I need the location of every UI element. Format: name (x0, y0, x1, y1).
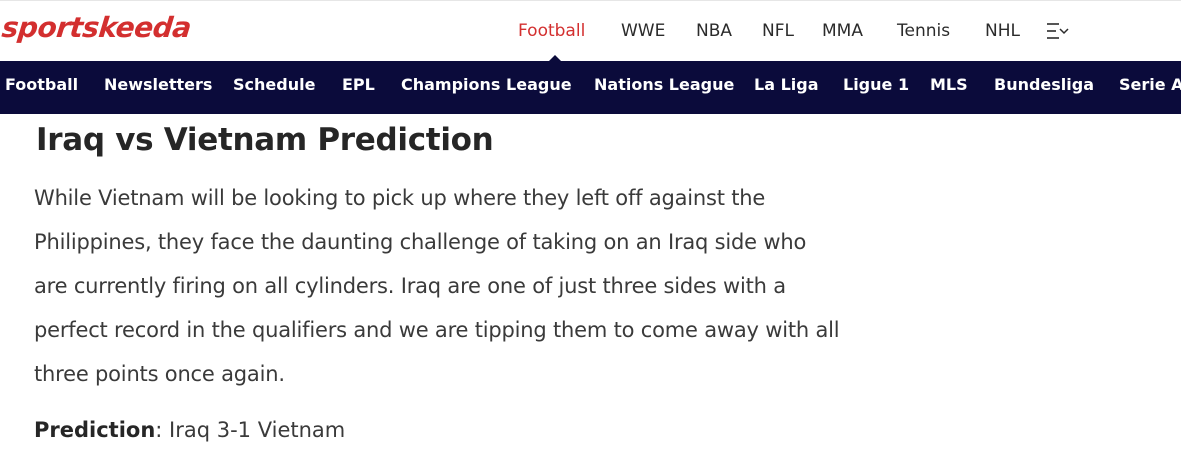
top-nav-nfl[interactable]: NFL (762, 21, 794, 41)
prediction-value: : Iraq 3-1 Vietnam (155, 418, 346, 442)
top-nav-nhl[interactable]: NHL (985, 21, 1020, 41)
article-headline: Iraq vs Vietnam Prediction (36, 122, 494, 158)
subnav-item-newsletters[interactable]: Newsletters (104, 75, 212, 94)
subnav-item-bundesliga[interactable]: Bundesliga (994, 75, 1094, 94)
article-paragraph: While Vietnam will be looking to pick up… (34, 186, 840, 386)
prediction-label: Prediction (34, 418, 156, 442)
top-nav-nba[interactable]: NBA (696, 21, 732, 41)
subnav-item-schedule[interactable]: Schedule (233, 75, 315, 94)
subnav-item-la-liga[interactable]: La Liga (754, 75, 819, 94)
subnav-item-mls[interactable]: MLS (930, 75, 968, 94)
site-header: sportskeeda Football WWE NBA NFL MMA Ten… (0, 0, 1181, 62)
prediction-line: Prediction: Iraq 3-1 Vietnam (34, 418, 345, 442)
subnav-item-football[interactable]: Football (5, 75, 78, 94)
article-body: Iraq vs Vietnam Prediction While Vietnam… (0, 114, 1181, 473)
sub-navigation: Football Newsletters Schedule EPL Champi… (0, 61, 1181, 114)
subnav-item-nations-league[interactable]: Nations League (594, 75, 734, 94)
menu-expand-icon[interactable] (1046, 21, 1070, 41)
subnav-item-ligue-1[interactable]: Ligue 1 (843, 75, 909, 94)
top-nav: Football WWE NBA NFL MMA Tennis NHL (0, 1, 1181, 61)
top-nav-wwe[interactable]: WWE (621, 21, 665, 41)
subnav-item-champions-league[interactable]: Champions League (401, 75, 572, 94)
subnav-item-serie-a[interactable]: Serie A (1119, 75, 1181, 94)
top-nav-football[interactable]: Football (518, 21, 585, 41)
top-nav-tennis[interactable]: Tennis (897, 21, 950, 41)
top-nav-mma[interactable]: MMA (822, 21, 863, 41)
subnav-item-epl[interactable]: EPL (342, 75, 375, 94)
